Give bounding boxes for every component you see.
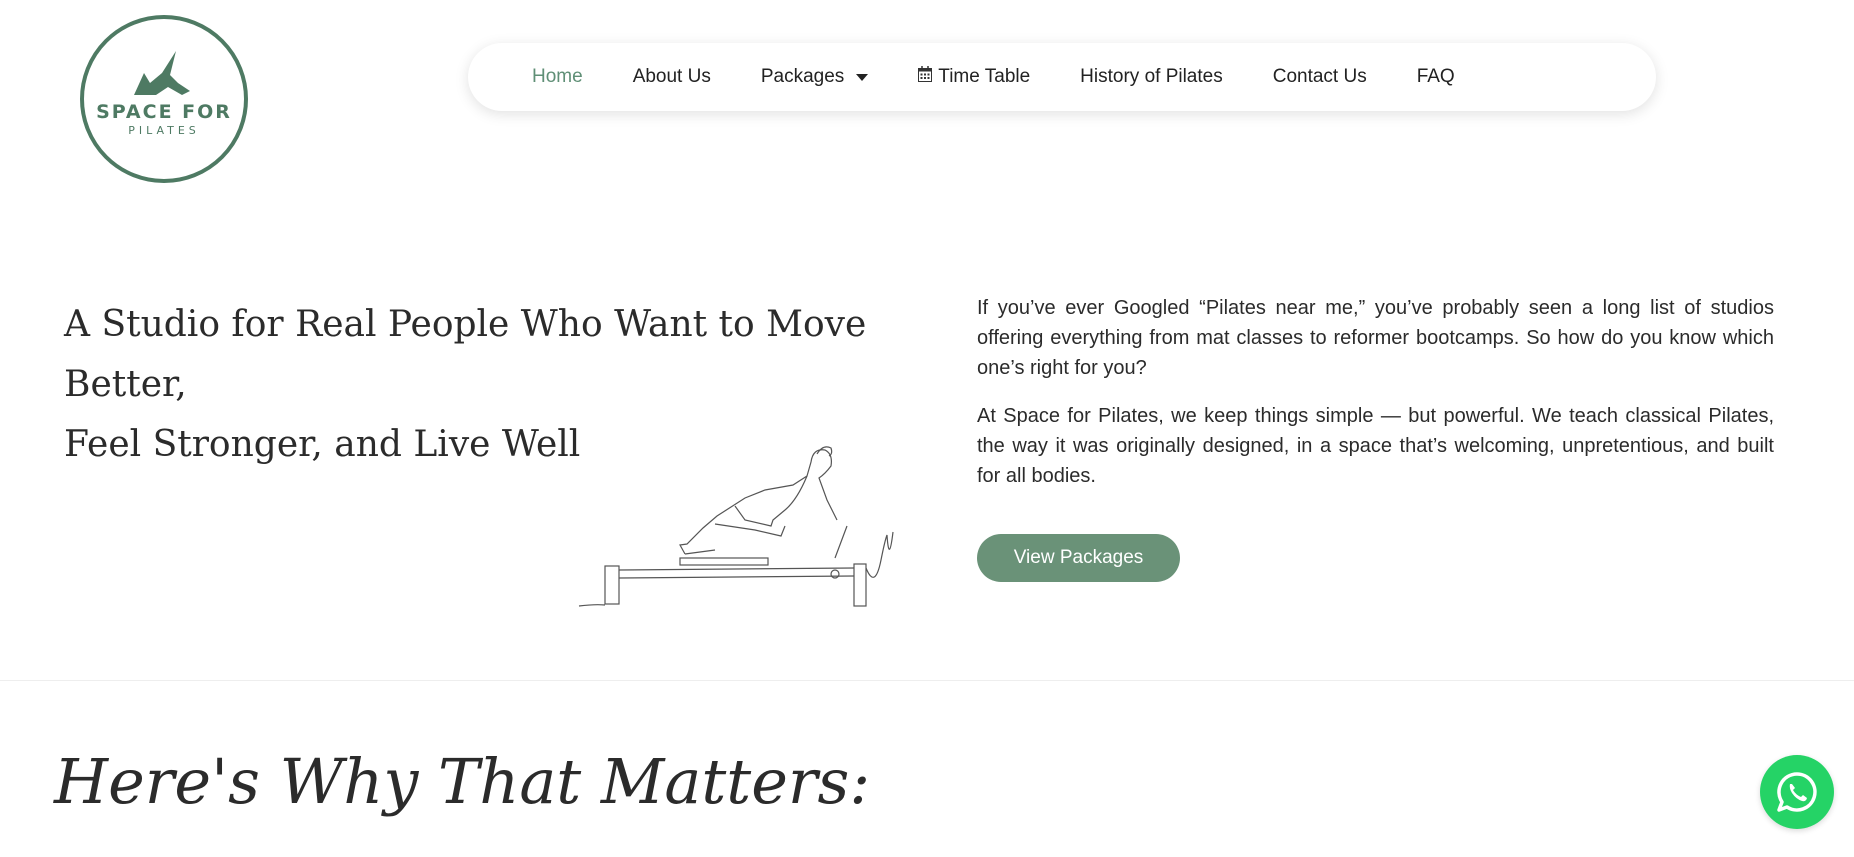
nav-home-label: Home — [532, 66, 583, 87]
section-divider — [0, 680, 1854, 681]
nav-contact[interactable]: Contact Us — [1273, 66, 1367, 88]
reformer-illustration — [578, 446, 894, 607]
whatsapp-icon — [1777, 772, 1817, 812]
view-packages-button[interactable]: View Packages — [977, 534, 1180, 582]
nav-about[interactable]: About Us — [633, 66, 711, 88]
nav-contact-label: Contact Us — [1272, 66, 1367, 87]
nav-packages-label: Packages — [760, 66, 845, 87]
nav-faq-label: FAQ — [1416, 66, 1455, 87]
nav-home[interactable]: Home — [532, 66, 583, 88]
chevron-down-icon — [856, 73, 869, 81]
whatsapp-button[interactable] — [1760, 755, 1834, 829]
nav-faq[interactable]: FAQ — [1417, 66, 1455, 88]
section-title: Here's Why That Matters: — [54, 745, 871, 818]
site-logo[interactable]: SPACE FOR PILATES — [78, 13, 250, 185]
nav-history-label: History of Pilates — [1080, 66, 1223, 87]
main-nav: Home About Us Packages Time Table Histor… — [468, 43, 1656, 111]
calendar-icon — [918, 66, 933, 88]
nav-timetable[interactable]: Time Table — [918, 66, 1030, 88]
logo-circle-icon — [80, 15, 248, 183]
intro-paragraph-1: If you’ve ever Googled “Pilates near me,… — [977, 297, 1774, 379]
nav-about-label: About Us — [632, 66, 711, 87]
nav-packages[interactable]: Packages — [760, 66, 869, 88]
logo-text-sub: PILATES — [128, 124, 200, 137]
nav-timetable-label: Time Table — [938, 66, 1031, 87]
hero-title-line1: A Studio for Real People Who Want to Mov… — [64, 304, 867, 405]
logo-text-main: SPACE FOR — [96, 101, 232, 123]
intro-paragraph-2: At Space for Pilates, we keep things sim… — [977, 405, 1774, 487]
nav-history[interactable]: History of Pilates — [1080, 66, 1223, 88]
hero-title-line2: Feel Stronger, and Live Well — [64, 424, 581, 465]
